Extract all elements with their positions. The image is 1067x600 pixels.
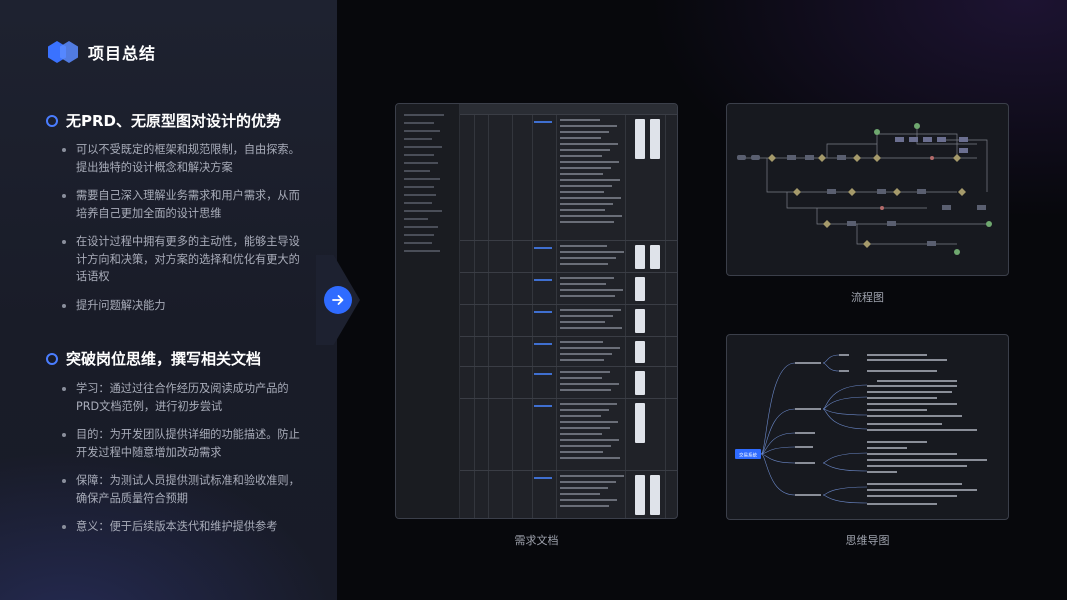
list-item: 目的：为开发团队提供详细的功能描述。防止开发过程中随意增加改动需求 — [62, 426, 302, 461]
list-item: 需要自己深入理解业务需求和用户需求，从而培养自己更加全面的设计思维 — [62, 187, 302, 222]
arrow-right-icon — [332, 295, 344, 305]
ring-bullet-icon — [46, 352, 58, 365]
mindmap-root-label: 交易系统 — [739, 452, 757, 459]
mindmap-diagram: 交易系统 — [735, 354, 987, 505]
list-item: 提升问题解决能力 — [62, 297, 302, 315]
table-row — [460, 470, 677, 518]
mindmap-thumbnail[interactable]: 交易系统 — [726, 334, 1009, 520]
section-1-title: 无PRD、无原型图对设计的优势 — [66, 112, 281, 130]
flowchart-diagram — [737, 123, 992, 255]
table-row — [460, 366, 677, 398]
table-row — [460, 114, 677, 240]
ring-bullet-icon — [46, 114, 58, 127]
section-2-heading: 突破岗位思维，撰写相关文档 — [46, 348, 261, 369]
header: 项目总结 — [48, 40, 156, 64]
section-1-heading: 无PRD、无原型图对设计的优势 — [46, 110, 281, 131]
caption-doc: 需求文档 — [514, 534, 559, 547]
table-row — [460, 304, 677, 336]
table-row — [460, 272, 677, 304]
section-2-list: 学习：通过过往合作经历及阅读成功产品的PRD文档范例，进行初步尝试 目的：为开发… — [62, 380, 302, 547]
requirements-doc-thumbnail[interactable] — [395, 103, 678, 519]
next-button[interactable] — [324, 286, 352, 314]
doc-outline-sidebar — [396, 104, 460, 518]
hexagon-logo-icon — [48, 41, 78, 63]
list-item: 可以不受既定的框架和规范限制，自由探索。提出独特的设计概念和解决方案 — [62, 141, 302, 176]
doc-table-header — [460, 104, 677, 114]
flowchart-thumbnail[interactable] — [726, 103, 1009, 276]
list-item: 意义：便于后续版本迭代和维护提供参考 — [62, 518, 302, 536]
list-item: 保障：为测试人员提供测试标准和验收准则，确保产品质量符合预期 — [62, 472, 302, 507]
caption-mind: 思维导图 — [845, 534, 890, 547]
page-title: 项目总结 — [88, 44, 157, 63]
caption-flow: 流程图 — [851, 291, 884, 304]
table-row — [460, 240, 677, 272]
section-1-list: 可以不受既定的框架和规范限制，自由探索。提出独特的设计概念和解决方案 需要自己深… — [62, 141, 302, 325]
table-row — [460, 398, 677, 470]
table-row — [460, 336, 677, 366]
section-2-title: 突破岗位思维，撰写相关文档 — [66, 350, 262, 368]
list-item: 在设计过程中拥有更多的主动性，能够主导设计方向和决策，对方案的选择和优化有更大的… — [62, 233, 302, 286]
list-item: 学习：通过过往合作经历及阅读成功产品的PRD文档范例，进行初步尝试 — [62, 380, 302, 415]
